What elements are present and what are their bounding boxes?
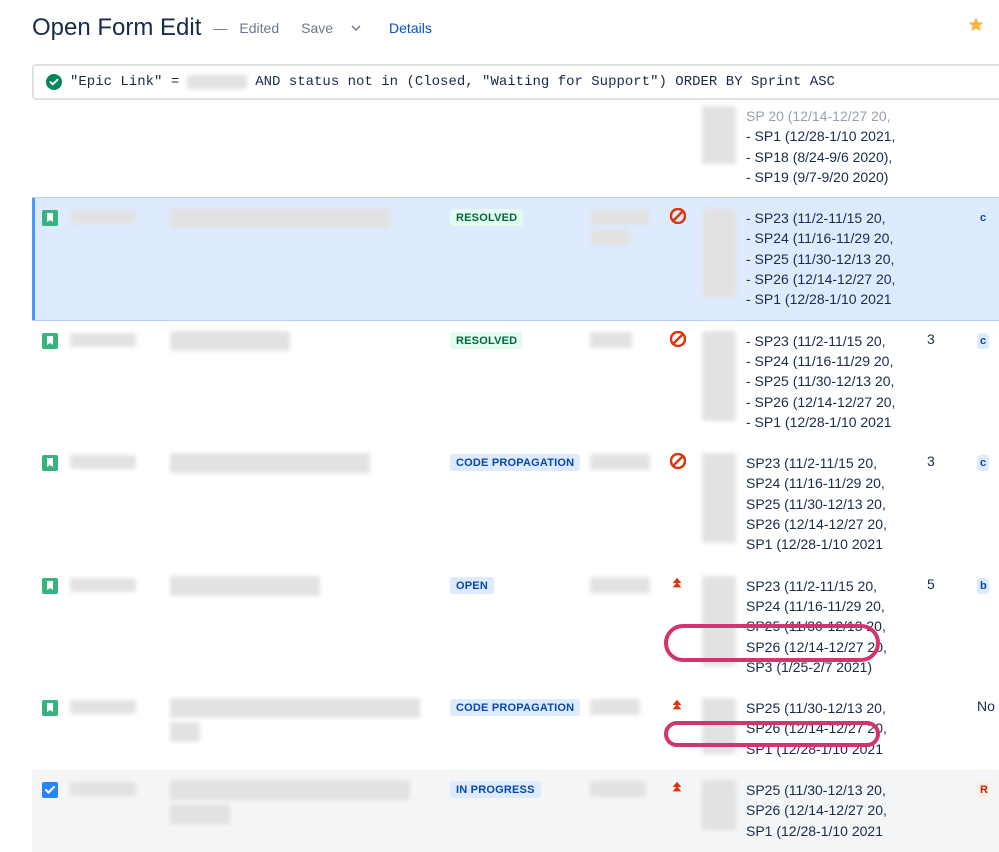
table-row[interactable]: IN PROGRESS SP25 (11/30-12/13 20, SP26 (… (32, 770, 999, 852)
issue-key[interactable] (70, 331, 170, 347)
end-chip: b (977, 578, 989, 594)
issue-summary[interactable] (170, 576, 450, 600)
avatar (702, 576, 736, 666)
jql-query-bar[interactable]: "Epic Link" = AND status not in (Closed,… (32, 64, 999, 100)
page-header: Open Form Edit — Edited Save Details (32, 14, 999, 42)
story-icon (42, 333, 58, 349)
issue-key[interactable] (70, 698, 170, 714)
sprint-list: SP23 (11/2-11/15 20, SP24 (11/16-11/29 2… (746, 453, 927, 554)
story-points: 3 (927, 453, 977, 469)
avatar (702, 698, 736, 754)
jql-prefix: "Epic Link" = (70, 74, 179, 90)
save-label: Save (301, 20, 333, 36)
status-badge[interactable]: RESOLVED (450, 209, 523, 226)
avatar (702, 106, 736, 164)
save-button[interactable]: Save (293, 16, 369, 40)
story-icon (42, 210, 58, 226)
assignee[interactable] (590, 208, 670, 245)
issue-summary[interactable] (170, 331, 450, 355)
issue-key[interactable] (70, 453, 170, 469)
priority-blocker-icon (670, 208, 686, 224)
table-row[interactable]: RESOLVED - SP23 (11/2-11/15 20, - SP24 (… (32, 197, 999, 320)
priority-high-icon (670, 698, 686, 714)
avatar (702, 453, 736, 543)
chevron-down-icon (351, 23, 361, 34)
issue-summary[interactable] (170, 698, 450, 746)
issue-summary[interactable] (170, 208, 450, 232)
end-chip: c (977, 455, 989, 471)
priority-blocker-icon (670, 331, 686, 347)
status-badge[interactable]: CODE PROPAGATION (450, 454, 580, 471)
sprint-list: SP 20 (12/14-12/27 20, - SP1 (12/28-1/10… (746, 106, 927, 187)
sprint-list: - SP23 (11/2-11/15 20, - SP24 (11/16-11/… (746, 331, 927, 432)
avatar (702, 208, 736, 298)
details-link[interactable]: Details (389, 20, 432, 36)
dash-sep: — (209, 20, 231, 36)
sprint-list: SP25 (11/30-12/13 20, SP26 (12/14-12/27 … (746, 698, 927, 759)
check-circle-icon (46, 74, 62, 90)
table-row[interactable]: CODE PROPAGATION SP23 (11/2-11/15 20, SP… (32, 443, 999, 565)
edited-status: Edited (239, 20, 279, 36)
issue-key[interactable] (70, 576, 170, 592)
story-points: 3 (927, 331, 977, 347)
priority-blocker-icon (670, 453, 686, 469)
assignee[interactable] (590, 453, 670, 470)
assignee[interactable] (590, 331, 670, 348)
issue-rows: SP 20 (12/14-12/27 20, - SP1 (12/28-1/10… (32, 106, 999, 852)
end-chip: c (977, 210, 989, 226)
redacted-epic (187, 75, 247, 89)
story-icon (42, 455, 58, 471)
story-points: 5 (927, 576, 977, 592)
sprint-list: SP25 (11/30-12/13 20, SP26 (12/14-12/27 … (746, 780, 927, 841)
table-row[interactable]: OPEN SP23 (11/2-11/15 20, SP24 (11/16-11… (32, 566, 999, 688)
sprint-list: - SP23 (11/2-11/15 20, - SP24 (11/16-11/… (746, 208, 927, 309)
star-icon[interactable] (967, 16, 985, 34)
sprint-list: SP23 (11/2-11/15 20, SP24 (11/16-11/29 2… (746, 576, 927, 677)
priority-high-icon (670, 576, 686, 592)
assignee[interactable] (590, 576, 670, 593)
status-badge[interactable]: CODE PROPAGATION (450, 699, 580, 716)
status-badge[interactable]: RESOLVED (450, 332, 523, 349)
page-title: Open Form Edit (32, 14, 201, 42)
assignee[interactable] (590, 698, 670, 715)
jql-suffix: AND status not in (Closed, "Waiting for … (255, 74, 835, 90)
table-row[interactable]: CODE PROPAGATION SP25 (11/30-12/13 20, S… (32, 688, 999, 770)
issue-summary[interactable] (170, 453, 450, 477)
avatar (702, 780, 736, 830)
end-label: No (977, 698, 999, 714)
story-icon (42, 578, 58, 594)
issue-key[interactable] (70, 780, 170, 796)
status-badge[interactable]: IN PROGRESS (450, 781, 541, 798)
status-badge[interactable]: OPEN (450, 577, 494, 594)
issue-key[interactable] (70, 208, 170, 224)
end-chip: c (977, 333, 989, 349)
story-icon (42, 700, 58, 716)
task-icon (42, 782, 58, 798)
table-row[interactable]: SP 20 (12/14-12/27 20, - SP1 (12/28-1/10… (32, 106, 999, 197)
issue-summary[interactable] (170, 780, 450, 828)
avatar (702, 331, 736, 421)
table-row[interactable]: RESOLVED - SP23 (11/2-11/15 20, - SP24 (… (32, 321, 999, 443)
priority-high-icon (670, 780, 686, 796)
end-chip: R (977, 782, 989, 798)
assignee[interactable] (590, 780, 670, 797)
